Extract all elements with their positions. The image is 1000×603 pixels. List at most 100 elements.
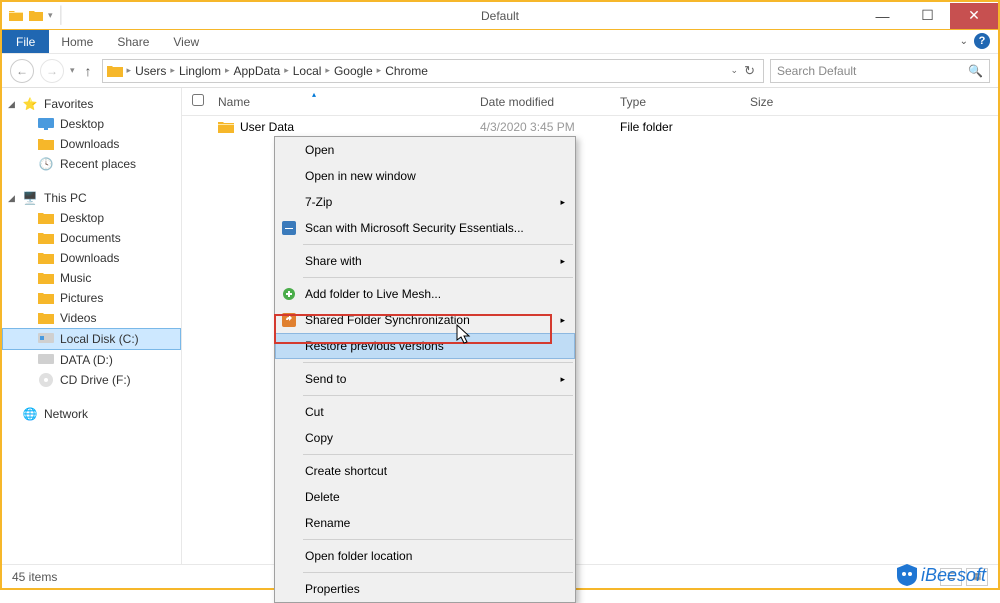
context-menu-separator bbox=[303, 572, 573, 573]
context-menu-label: Properties bbox=[305, 582, 360, 596]
column-name[interactable]: Name bbox=[210, 95, 480, 109]
titlebar-dropdown-icon[interactable]: ▾ bbox=[48, 10, 53, 21]
sidebar-item-documents[interactable]: Documents bbox=[2, 228, 181, 248]
ribbon-tab-share[interactable]: Share bbox=[105, 30, 161, 53]
sidebar-item-music[interactable]: Music bbox=[2, 268, 181, 288]
nav-history-dropdown-icon[interactable]: ▾ bbox=[70, 65, 75, 76]
breadcrumb[interactable]: ▸ Users ▸ Linglom ▸ AppData ▸ Local ▸ Go… bbox=[102, 59, 764, 83]
chevron-right-icon: ▸ bbox=[375, 65, 384, 76]
drive-icon bbox=[38, 331, 54, 347]
folder-icon bbox=[38, 210, 54, 226]
context-menu-label: Add folder to Live Mesh... bbox=[305, 287, 441, 301]
tree-collapse-icon[interactable]: ◢ bbox=[8, 193, 15, 204]
sidebar-item-desktop[interactable]: Desktop bbox=[2, 208, 181, 228]
help-icon[interactable]: ? bbox=[974, 33, 990, 49]
sidebar-item-downloads[interactable]: Downloads bbox=[2, 248, 181, 268]
file-row[interactable]: User Data 4/3/2020 3:45 PM File folder bbox=[182, 116, 998, 138]
context-menu-item[interactable]: 7-Zip ▸ bbox=[275, 189, 575, 215]
context-menu-label: Share with bbox=[305, 254, 362, 268]
mesh-icon bbox=[281, 286, 297, 302]
sidebar-item-desktop[interactable]: Desktop bbox=[2, 114, 181, 134]
context-menu-item[interactable]: Cut bbox=[275, 399, 575, 425]
sidebar-network: 🌐 Network bbox=[2, 404, 181, 424]
column-type[interactable]: Type bbox=[620, 95, 750, 109]
tree-collapse-icon[interactable]: ◢ bbox=[8, 99, 15, 110]
context-menu-item[interactable]: Send to▸ bbox=[275, 366, 575, 392]
sidebar-item-downloads[interactable]: Downloads bbox=[2, 134, 181, 154]
context-menu-item[interactable]: Properties bbox=[275, 576, 575, 602]
context-menu-label: 7-Zip bbox=[305, 195, 332, 209]
close-button[interactable]: ✕ bbox=[950, 3, 998, 29]
ribbon-file-tab[interactable]: File bbox=[2, 30, 49, 53]
sidebar-item-label: CD Drive (F:) bbox=[60, 373, 131, 387]
search-placeholder: Search Default bbox=[777, 64, 856, 78]
ribbon-tab-view[interactable]: View bbox=[161, 30, 211, 53]
watermark: iBeesoft bbox=[897, 564, 986, 586]
sidebar-header-favorites[interactable]: ◢ ⭐ Favorites bbox=[2, 94, 181, 114]
context-menu-item[interactable]: Open in new window bbox=[275, 163, 575, 189]
context-menu-separator bbox=[303, 454, 573, 455]
context-menu-label: Open folder location bbox=[305, 549, 412, 563]
nav-forward-button[interactable]: → bbox=[40, 59, 64, 83]
sidebar-item-label: Downloads bbox=[60, 251, 119, 265]
sidebar-item-localdisk-c[interactable]: Local Disk (C:) bbox=[2, 328, 181, 350]
maximize-button[interactable]: ☐ bbox=[905, 3, 950, 29]
context-menu-item[interactable]: Share with▸ bbox=[275, 248, 575, 274]
select-all-checkbox[interactable] bbox=[192, 94, 204, 106]
chevron-right-icon: ▸ bbox=[323, 65, 332, 76]
sidebar-item-label: Downloads bbox=[60, 137, 119, 151]
breadcrumb-item[interactable]: AppData bbox=[234, 64, 281, 78]
chevron-right-icon: ▸ bbox=[282, 65, 291, 76]
search-input[interactable]: Search Default 🔍 bbox=[770, 59, 990, 83]
breadcrumb-item[interactable]: Users bbox=[135, 64, 166, 78]
drive-icon bbox=[38, 352, 54, 368]
context-menu-item[interactable]: Scan with Microsoft Security Essentials.… bbox=[275, 215, 575, 241]
folder-icon bbox=[107, 64, 123, 78]
context-menu-item[interactable]: Delete bbox=[275, 484, 575, 510]
context-menu-item[interactable]: Create shortcut bbox=[275, 458, 575, 484]
sidebar-header-network[interactable]: 🌐 Network bbox=[2, 404, 181, 424]
navbar: ← → ▾ ↑ ▸ Users ▸ Linglom ▸ AppData ▸ Lo… bbox=[2, 54, 998, 88]
scan-icon bbox=[281, 220, 297, 236]
breadcrumb-item[interactable]: Chrome bbox=[385, 64, 428, 78]
context-menu-item[interactable]: Shared Folder Synchronization▸ bbox=[275, 307, 575, 333]
sidebar-item-videos[interactable]: Videos bbox=[2, 308, 181, 328]
breadcrumb-item[interactable]: Google bbox=[334, 64, 373, 78]
context-menu-item[interactable]: Add folder to Live Mesh... bbox=[275, 281, 575, 307]
item-count: 45 items bbox=[12, 570, 57, 584]
context-menu-item[interactable]: Restore previous versions bbox=[275, 333, 575, 359]
computer-icon: 🖥️ bbox=[22, 190, 38, 206]
breadcrumb-item[interactable]: Linglom bbox=[179, 64, 221, 78]
folder-icon bbox=[28, 8, 44, 24]
sidebar-item-label: Desktop bbox=[60, 117, 104, 131]
column-size[interactable]: Size bbox=[750, 95, 830, 109]
refresh-icon[interactable]: ↻ bbox=[744, 63, 759, 79]
chevron-right-icon: ▸ bbox=[125, 65, 134, 76]
breadcrumb-item[interactable]: Local bbox=[293, 64, 322, 78]
sidebar-item-recent[interactable]: 🕓Recent places bbox=[2, 154, 181, 174]
sidebar-item-pictures[interactable]: Pictures bbox=[2, 288, 181, 308]
nav-up-button[interactable]: ↑ bbox=[81, 63, 96, 79]
submenu-arrow-icon: ▸ bbox=[560, 197, 565, 208]
sidebar-favorites: ◢ ⭐ Favorites Desktop Downloads 🕓Recent … bbox=[2, 94, 181, 174]
context-menu: OpenOpen in new window 7-Zip ▸ Scan with Mi… bbox=[274, 136, 576, 603]
sidebar-thispc: ◢ 🖥️ This PC Desktop Documents Downloads… bbox=[2, 188, 181, 390]
titlebar-icons: ▾ │ bbox=[2, 7, 67, 25]
breadcrumb-dropdown-icon[interactable]: ⌄ bbox=[731, 65, 739, 76]
context-menu-item[interactable]: Copy bbox=[275, 425, 575, 451]
context-menu-item[interactable]: Rename bbox=[275, 510, 575, 536]
submenu-arrow-icon: ▸ bbox=[560, 315, 565, 326]
minimize-button[interactable]: — bbox=[860, 3, 905, 29]
search-icon: 🔍 bbox=[968, 64, 983, 78]
nav-back-button[interactable]: ← bbox=[10, 59, 34, 83]
sidebar-item-cddrive-f[interactable]: CD Drive (F:) bbox=[2, 370, 181, 390]
sidebar-item-label: DATA (D:) bbox=[60, 353, 113, 367]
ribbon-tab-home[interactable]: Home bbox=[49, 30, 105, 53]
column-date[interactable]: Date modified bbox=[480, 95, 620, 109]
ribbon-expand-icon[interactable]: ⌄ bbox=[960, 36, 968, 47]
context-menu-item[interactable]: Open folder location bbox=[275, 543, 575, 569]
sidebar: ◢ ⭐ Favorites Desktop Downloads 🕓Recent … bbox=[2, 88, 182, 564]
sidebar-header-thispc[interactable]: ◢ 🖥️ This PC bbox=[2, 188, 181, 208]
sidebar-item-data-d[interactable]: DATA (D:) bbox=[2, 350, 181, 370]
context-menu-item[interactable]: Open bbox=[275, 137, 575, 163]
